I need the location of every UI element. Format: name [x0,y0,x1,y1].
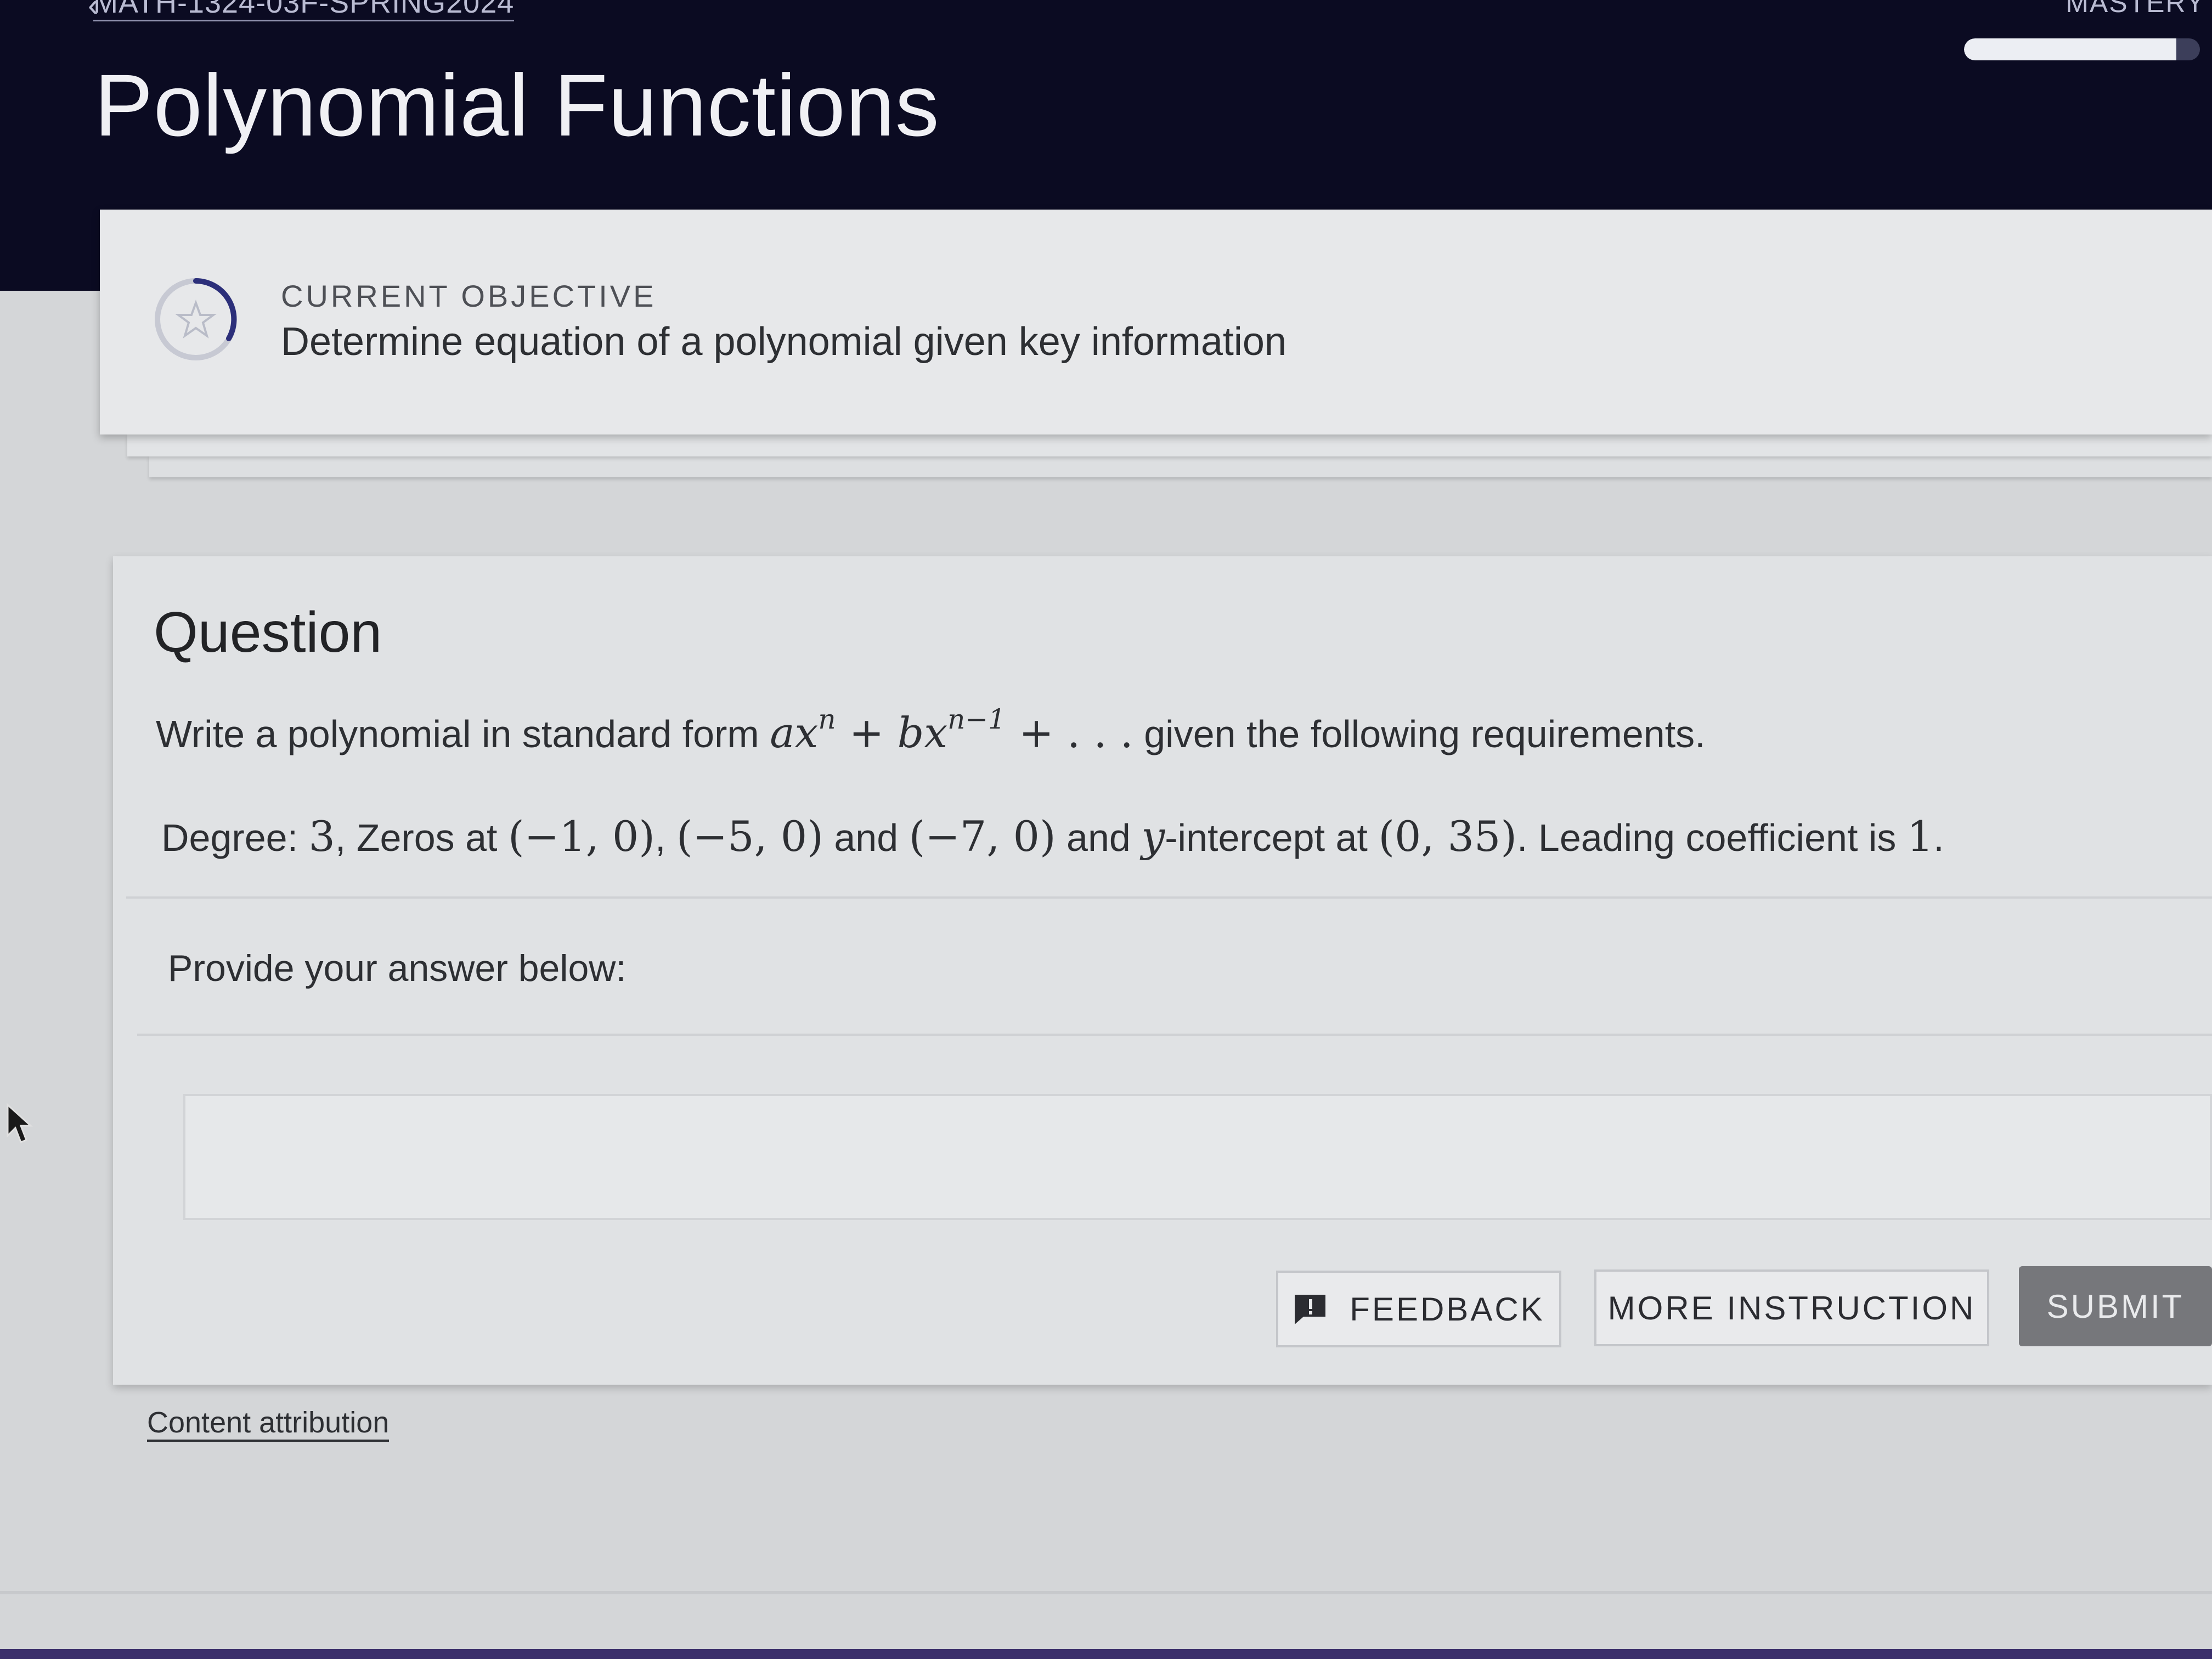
content-attribution-link[interactable]: Content attribution [147,1406,390,1442]
intercept-label: -intercept at [1165,816,1379,859]
current-objective-card: CURRENT OBJECTIVE Determine equation of … [100,210,2212,435]
math-y: y [1141,812,1165,861]
question-text: given the following requirements. [1133,713,1706,755]
feedback-icon [1295,1295,1326,1324]
star-progress-icon [155,278,237,360]
mastery-progress-fill [1964,38,2176,60]
course-breadcrumb[interactable]: MATH-1324-03F-SPRING2024 [93,0,515,21]
mastery-progress-bar [1964,38,2200,60]
page-title: Polynomial Functions [94,56,940,154]
separator: . [1933,816,1944,859]
objective-text: Determine equation of a polynomial given… [281,320,1287,364]
answer-prompt: Provide your answer below: [168,947,627,989]
zero-point: (−7, 0) [909,812,1056,861]
separator: and [1056,816,1142,859]
footer-divider [0,1591,2212,1594]
math-exponent: n−1 [947,703,1006,735]
leading-value: 1 [1906,812,1934,861]
math-ax: ax [770,708,819,757]
separator: , [654,816,676,859]
zeros-label: , Zeros at [335,816,508,859]
objective-stack-layer [127,435,2212,456]
zero-point: (−5, 0) [676,812,823,861]
leading-label: . Leading coefficient is [1517,816,1907,859]
feedback-label: FEEDBACK [1350,1290,1545,1328]
math-term: bxn−1 [897,703,1006,757]
math-term: axn [770,703,836,757]
question-instruction: Write a polynomial in standard form axn … [156,703,1706,757]
separator: and [823,816,909,859]
feedback-button[interactable]: FEEDBACK [1276,1271,1561,1347]
math-plus: + [836,708,898,757]
mouse-cursor-icon [7,1103,33,1143]
objective-stack-layer [149,455,2212,477]
objective-label: CURRENT OBJECTIVE [281,279,657,313]
question-text: Write a polynomial in standard form [156,713,770,755]
question-heading: Question [154,601,382,664]
more-instruction-button[interactable]: MORE INSTRUCTION [1594,1269,1989,1346]
divider [126,896,2212,899]
degree-value: 3 [308,812,335,861]
math-exponent: n [818,703,836,735]
question-card: Question Write a polynomial in standard … [113,556,2212,1385]
math-bx: bx [897,708,948,757]
answer-input[interactable] [183,1094,2212,1220]
intercept-point: (0, 35) [1378,812,1517,861]
math-ellipsis: + . . . [1006,708,1133,757]
divider [137,1034,2212,1036]
zero-point: (−1, 0) [507,812,655,861]
mastery-label: MASTERY [2066,0,2205,18]
bottom-bar [0,1649,2212,1659]
question-requirements: Degree: 3, Zeros at (−1, 0), (−5, 0) and… [161,812,1944,861]
degree-label: Degree: [161,816,309,859]
submit-button[interactable]: SUBMIT [2019,1266,2212,1346]
